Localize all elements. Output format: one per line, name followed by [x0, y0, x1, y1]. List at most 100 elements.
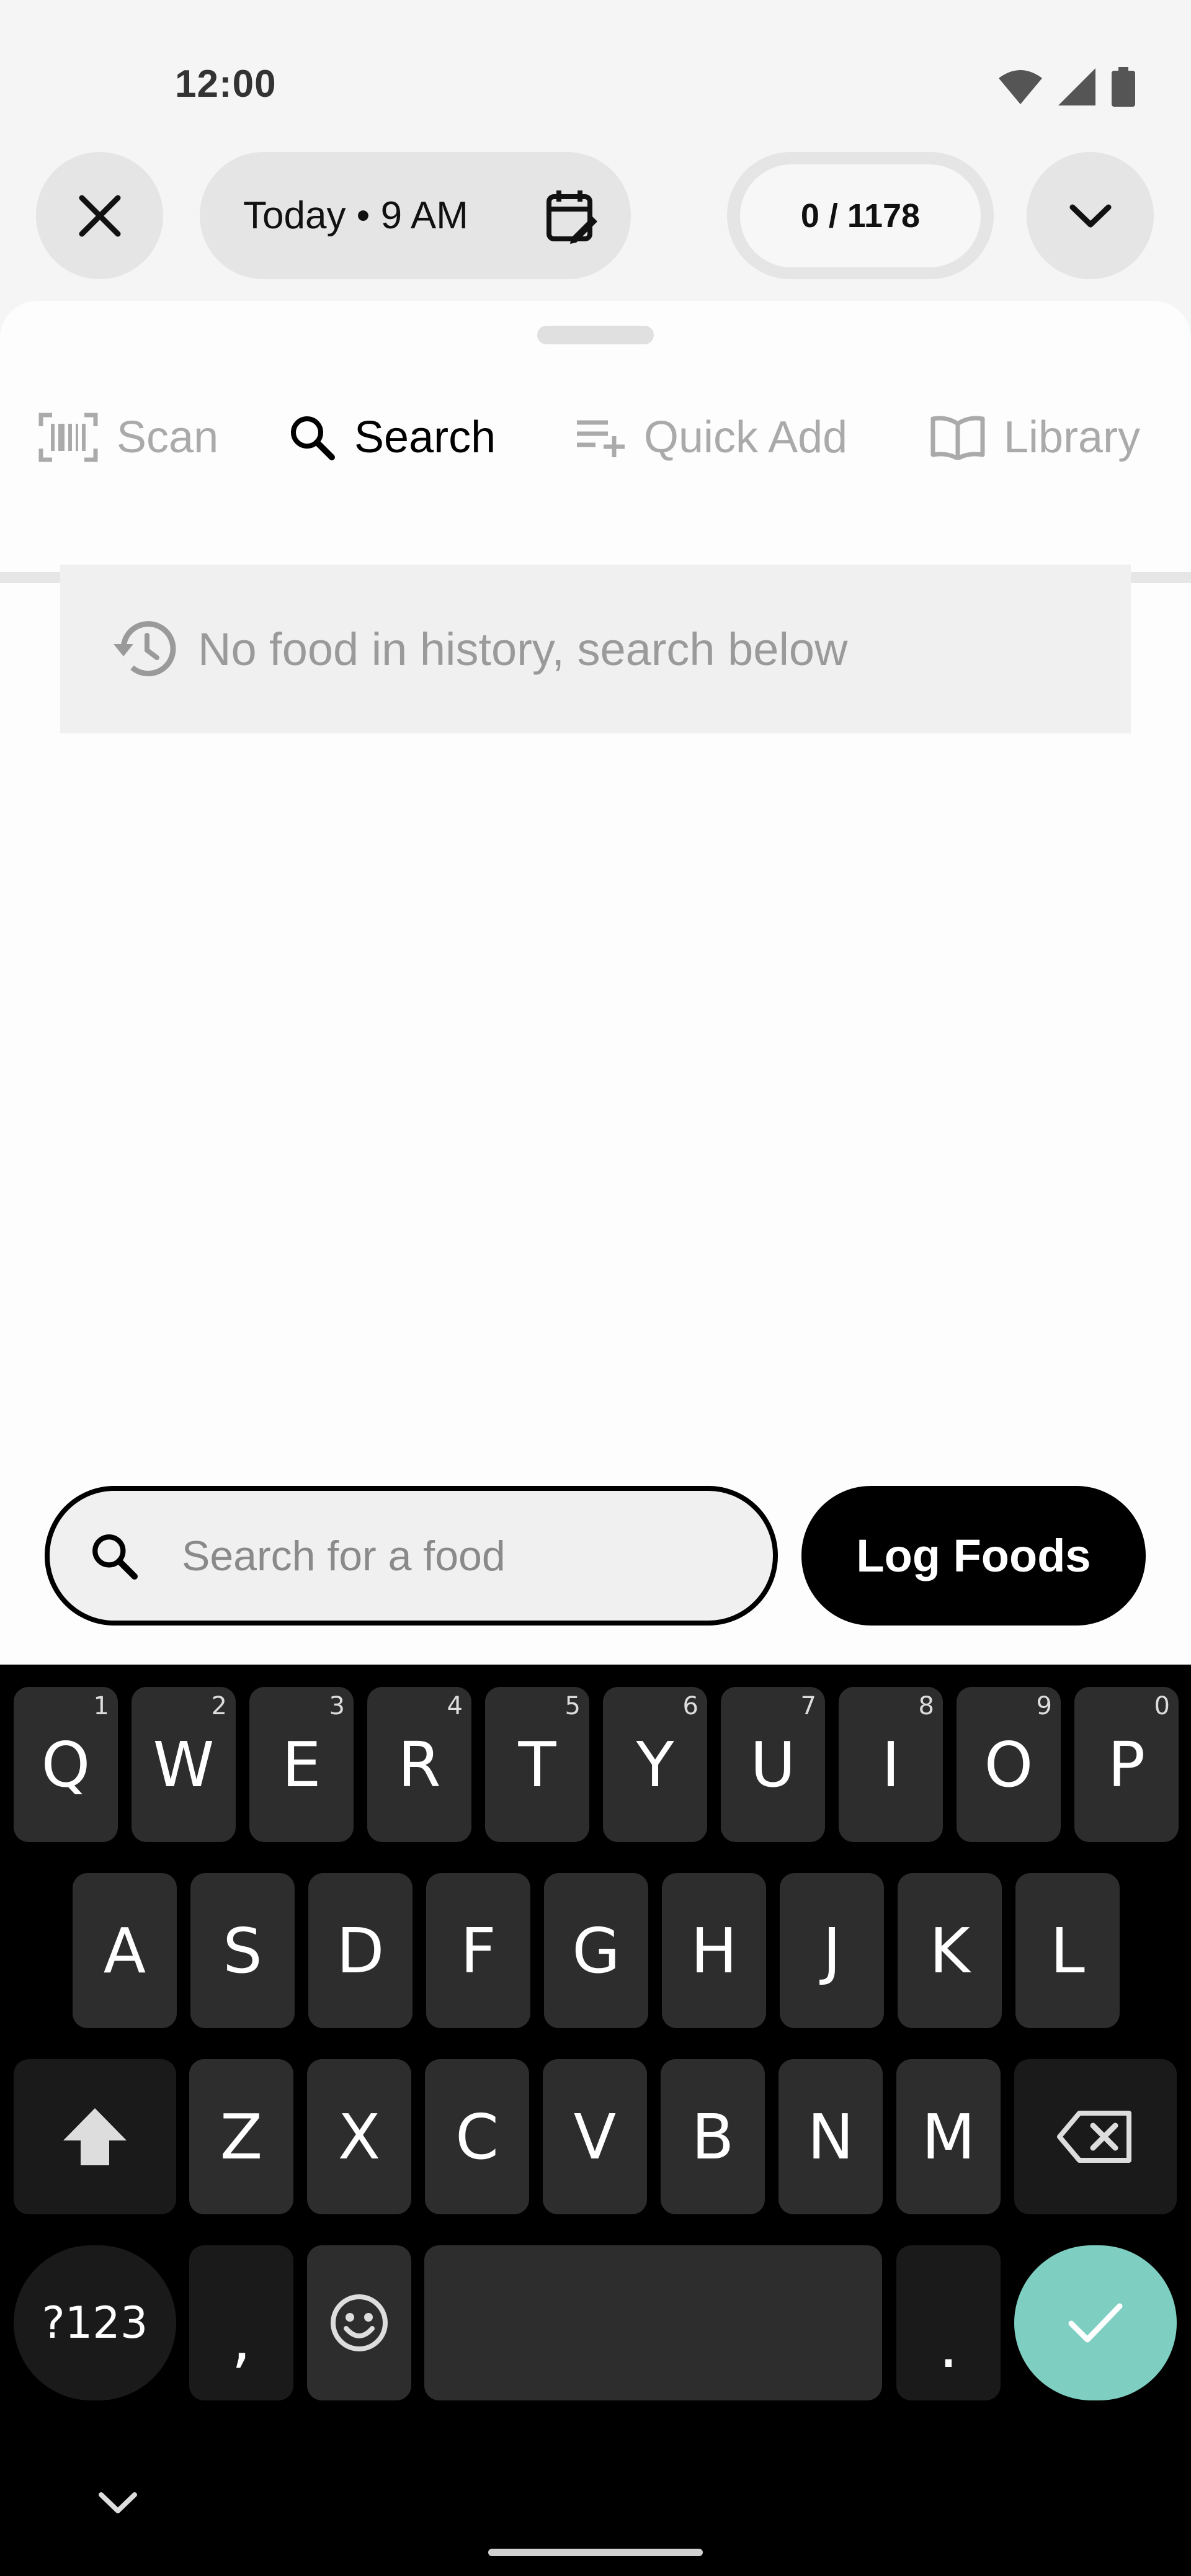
- key-label: P: [1107, 1728, 1146, 1801]
- calorie-count-inner: 0 / 1178: [736, 160, 984, 271]
- date-time-picker[interactable]: Today • 9 AM: [200, 152, 631, 279]
- key-l[interactable]: L: [1015, 1873, 1120, 2028]
- key-backspace[interactable]: [1014, 2059, 1177, 2214]
- key-m[interactable]: M: [896, 2059, 1001, 2214]
- key-d[interactable]: D: [308, 1873, 413, 2028]
- key-comma[interactable]: ,: [189, 2245, 293, 2400]
- search-icon: [92, 1534, 138, 1580]
- drag-handle[interactable]: [537, 326, 654, 344]
- key-enter[interactable]: [1014, 2245, 1177, 2400]
- key-f[interactable]: F: [426, 1873, 530, 2028]
- key-y[interactable]: Y6: [603, 1687, 707, 1842]
- key-hint: 4: [447, 1692, 463, 1720]
- status-bar: 12:00: [0, 0, 1191, 152]
- key-hint: 6: [682, 1692, 698, 1720]
- key-label: I: [881, 1728, 900, 1801]
- tab-bar: Scan Search Quick Add Library: [0, 372, 1191, 583]
- book-icon: [930, 416, 985, 460]
- check-icon: [1068, 2303, 1123, 2343]
- key-period[interactable]: .: [896, 2245, 1001, 2400]
- close-icon: [79, 195, 120, 236]
- history-message: No food in history, search below: [198, 623, 848, 675]
- key-v[interactable]: V: [543, 2059, 647, 2214]
- key-label: O: [984, 1728, 1033, 1801]
- key-o[interactable]: O9: [957, 1687, 1061, 1842]
- key-hint: 7: [800, 1692, 816, 1720]
- key-symbols[interactable]: ?123: [14, 2245, 176, 2400]
- keyboard-hide-icon[interactable]: [96, 2490, 140, 2517]
- wifi-icon: [999, 70, 1042, 104]
- tab-quick-add-label: Quick Add: [644, 413, 848, 462]
- gesture-nav-pill[interactable]: [488, 2549, 703, 2556]
- key-label: W: [153, 1728, 215, 1801]
- key-hint: 5: [564, 1692, 581, 1720]
- date-label: Today • 9 AM: [243, 194, 468, 237]
- key-hint: 2: [211, 1692, 227, 1720]
- key-n[interactable]: N: [778, 2059, 883, 2214]
- key-z[interactable]: Z: [189, 2059, 293, 2214]
- key-hint: 9: [1036, 1692, 1052, 1720]
- backspace-icon: [1057, 2111, 1131, 2163]
- search-input[interactable]: Search for a food: [45, 1486, 778, 1626]
- key-hint: 3: [329, 1692, 345, 1720]
- tab-search-label: Search: [354, 413, 496, 462]
- history-icon: [114, 621, 176, 677]
- tab-library[interactable]: Library: [930, 372, 1140, 503]
- tab-quick-add[interactable]: Quick Add: [576, 372, 847, 503]
- calorie-count-pill[interactable]: 0 / 1178: [727, 152, 994, 279]
- key-label: T: [518, 1728, 556, 1801]
- status-icons: [999, 67, 1135, 107]
- close-button[interactable]: [36, 152, 163, 279]
- key-label: E: [282, 1728, 321, 1801]
- key-j[interactable]: J: [780, 1873, 884, 2028]
- key-shift[interactable]: [14, 2059, 176, 2214]
- key-h[interactable]: H: [662, 1873, 766, 2028]
- calendar-edit-icon: [546, 190, 597, 244]
- tab-scan[interactable]: Scan: [38, 372, 218, 503]
- key-hint: 1: [93, 1692, 109, 1720]
- key-label: U: [750, 1728, 796, 1801]
- key-label: R: [398, 1728, 441, 1801]
- key-g[interactable]: G: [544, 1873, 648, 2028]
- key-label: Q: [41, 1728, 91, 1801]
- key-emoji[interactable]: [307, 2245, 411, 2400]
- key-i[interactable]: I8: [839, 1687, 943, 1842]
- calorie-count: 0 / 1178: [800, 197, 921, 235]
- search-placeholder: Search for a food: [182, 1532, 506, 1580]
- key-u[interactable]: U7: [721, 1687, 825, 1842]
- key-b[interactable]: B: [661, 2059, 765, 2214]
- key-w[interactable]: W2: [132, 1687, 236, 1842]
- top-controls: Today • 9 AM 0 / 1178: [0, 152, 1191, 282]
- battery-icon: [1112, 67, 1135, 107]
- tab-library-label: Library: [1004, 413, 1141, 462]
- barcode-icon: [38, 413, 98, 462]
- keyboard: Q1W2E3R4T5Y6U7I8O9P0 ASDFGHJKL ZXCVBNM ?…: [0, 1665, 1191, 2576]
- shift-icon: [63, 2108, 127, 2165]
- key-hint: 8: [918, 1692, 934, 1720]
- tab-search[interactable]: Search: [288, 372, 496, 503]
- log-foods-button[interactable]: Log Foods: [801, 1486, 1146, 1626]
- key-k[interactable]: K: [898, 1873, 1002, 2028]
- key-c[interactable]: C: [425, 2059, 529, 2214]
- search-icon: [291, 416, 335, 460]
- key-hint: 0: [1154, 1692, 1170, 1720]
- history-empty-state: No food in history, search below: [60, 565, 1131, 733]
- signal-icon: [1058, 68, 1095, 105]
- key-t[interactable]: T5: [485, 1687, 589, 1842]
- key-e[interactable]: E3: [249, 1687, 354, 1842]
- bottom-sheet: Scan Search Quick Add Library No food in…: [0, 301, 1191, 1666]
- key-x[interactable]: X: [307, 2059, 411, 2214]
- key-s[interactable]: S: [190, 1873, 295, 2028]
- chevron-down-icon: [1069, 204, 1111, 227]
- key-p[interactable]: P0: [1074, 1687, 1179, 1842]
- playlist-add-icon: [577, 420, 625, 457]
- tab-scan-label: Scan: [117, 413, 219, 462]
- key-q[interactable]: Q1: [14, 1687, 118, 1842]
- key-a[interactable]: A: [73, 1873, 177, 2028]
- search-row: Search for a food Log Foods: [0, 1486, 1191, 1629]
- status-time: 12:00: [175, 63, 277, 105]
- key-r[interactable]: R4: [367, 1687, 471, 1842]
- expand-button[interactable]: [1027, 152, 1154, 279]
- key-space[interactable]: [424, 2245, 882, 2400]
- key-label: Y: [636, 1728, 674, 1801]
